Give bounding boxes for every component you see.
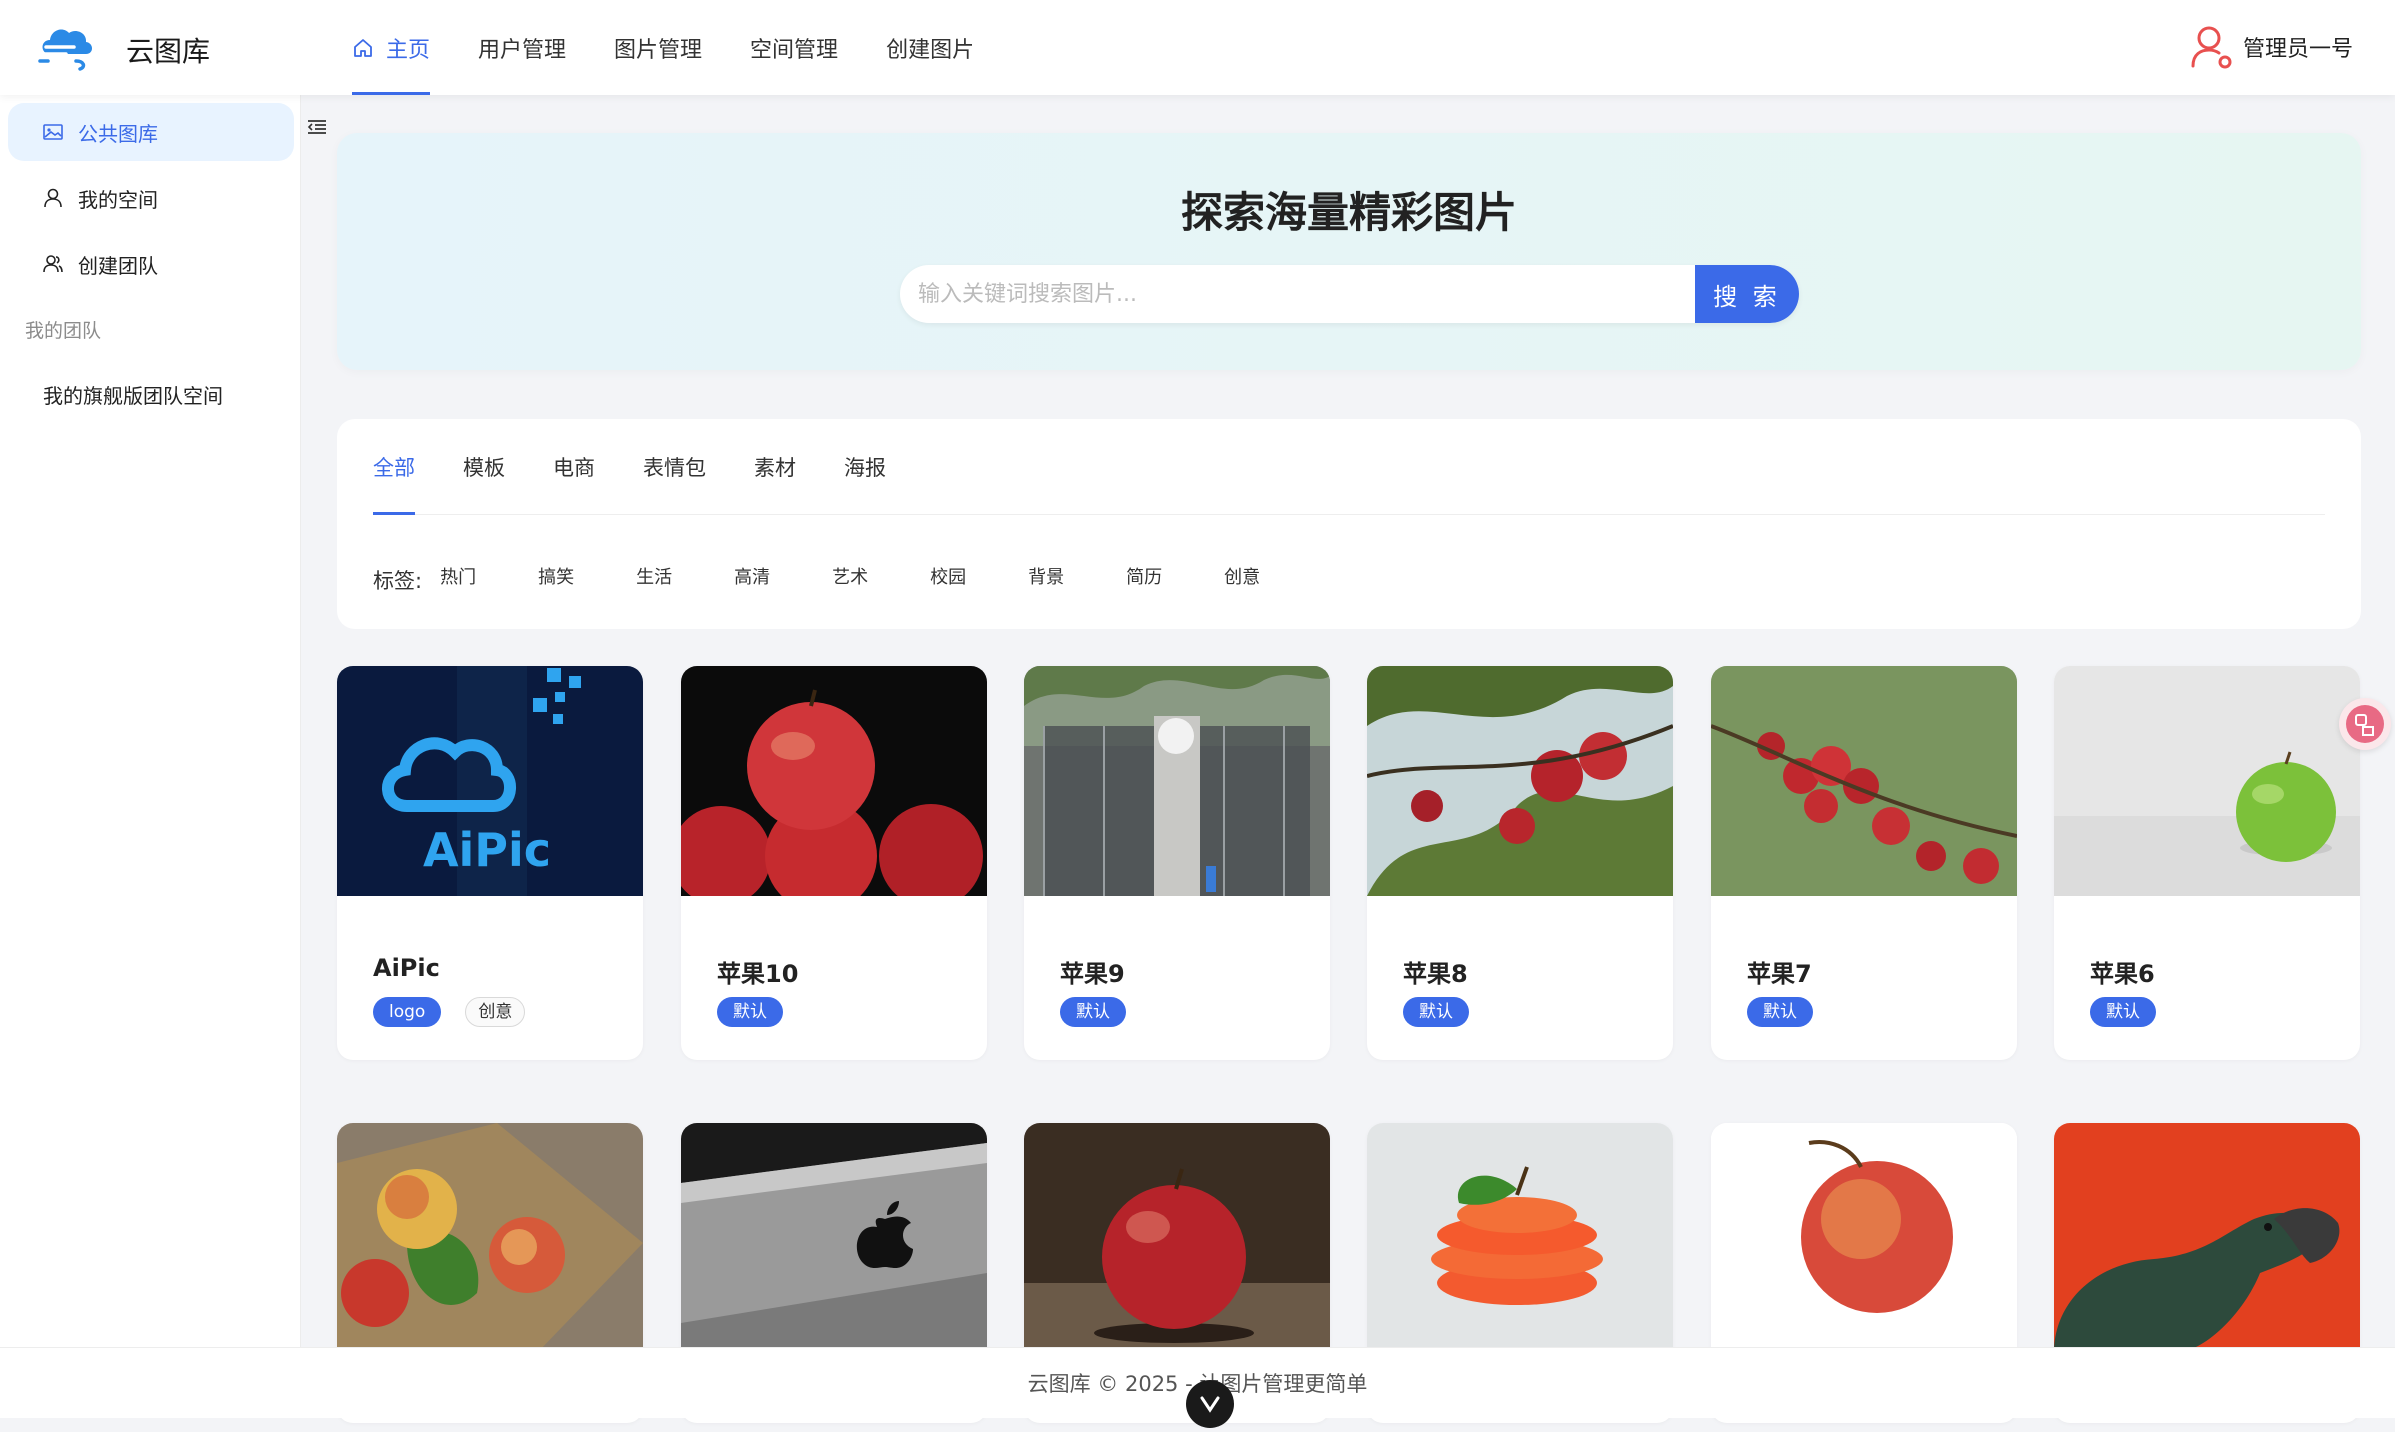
picture-title: 苹果9 bbox=[1060, 960, 1125, 988]
hero-search-panel: 探索海量精彩图片 搜 索 bbox=[337, 133, 2361, 370]
tag-badge: 默认 bbox=[717, 997, 783, 1027]
search-button[interactable]: 搜 索 bbox=[1695, 265, 1799, 323]
tag-resume[interactable]: 简历 bbox=[1126, 563, 1224, 589]
nav-item-user-management[interactable]: 用户管理 bbox=[478, 0, 566, 95]
user-name: 管理员一号 bbox=[2242, 37, 2353, 62]
tag-funny[interactable]: 搞笑 bbox=[538, 563, 636, 589]
sidebar-item-create-team[interactable]: 创建团队 bbox=[8, 235, 294, 293]
nav-label: 主页 bbox=[386, 37, 431, 63]
user-icon bbox=[44, 188, 62, 208]
picture-thumbnail bbox=[1024, 666, 1330, 896]
sidebar-item-label: 公共图库 bbox=[78, 121, 158, 146]
tag-creative[interactable]: 创意 bbox=[1224, 563, 1322, 589]
picture-card[interactable]: AiPic AiPic logo 创意 bbox=[337, 666, 643, 1060]
picture-thumbnail: AiPic bbox=[337, 666, 643, 896]
picture-thumbnail bbox=[1367, 666, 1673, 896]
translate-icon bbox=[2346, 705, 2384, 743]
tag-art[interactable]: 艺术 bbox=[832, 563, 930, 589]
picture-title: 苹果10 bbox=[717, 960, 799, 988]
tag-filter-label: 标签: bbox=[373, 569, 423, 593]
tag-background[interactable]: 背景 bbox=[1028, 563, 1126, 589]
sidebar: 公共图库 我的空间 创建团队 我的团队 我的旗舰版团队空间 bbox=[0, 95, 301, 1347]
filter-card: 全部 模板 电商 表情包 素材 海报 标签: 热门 搞笑 生活 高清 艺术 校园… bbox=[337, 419, 2361, 629]
tag-life[interactable]: 生活 bbox=[636, 563, 734, 589]
picture-icon bbox=[43, 124, 63, 140]
picture-title: 苹果6 bbox=[2090, 960, 2155, 988]
picture-tags: 默认 bbox=[1403, 997, 1493, 1027]
nav-item-home[interactable]: 主页 bbox=[352, 0, 431, 95]
tag-hd[interactable]: 高清 bbox=[734, 563, 832, 589]
sidebar-item-my-space[interactable]: 我的空间 bbox=[8, 169, 294, 227]
sidebar-item-label: 创建团队 bbox=[78, 253, 158, 278]
picture-thumbnail bbox=[681, 1123, 987, 1353]
category-tabs: 全部 模板 电商 表情包 素材 海报 bbox=[373, 419, 2325, 515]
tab-emoji[interactable]: 表情包 bbox=[643, 419, 706, 514]
avatar bbox=[2191, 26, 2232, 69]
nav-label: 创建图片 bbox=[886, 37, 975, 63]
footer: 云图库 © 2025 - 让图片管理更简单 bbox=[0, 1347, 2395, 1428]
tab-poster[interactable]: 海报 bbox=[844, 419, 886, 514]
nav-label: 空间管理 bbox=[750, 37, 839, 63]
team-icon bbox=[43, 255, 63, 273]
cloud-logo-icon[interactable] bbox=[36, 20, 98, 74]
picture-thumbnail bbox=[1711, 1123, 2017, 1353]
hero-title: 探索海量精彩图片 bbox=[1180, 188, 1517, 237]
tab-all[interactable]: 全部 bbox=[373, 419, 415, 515]
search-input[interactable] bbox=[900, 265, 1695, 323]
home-icon bbox=[354, 38, 372, 57]
tab-material[interactable]: 素材 bbox=[754, 419, 796, 514]
tag-badge: 默认 bbox=[1747, 997, 1813, 1027]
picture-card[interactable]: 苹果7 默认 bbox=[1711, 666, 2017, 1060]
chevron-down-icon[interactable] bbox=[1186, 1380, 1234, 1428]
picture-title: 苹果8 bbox=[1403, 960, 1468, 988]
translate-widget[interactable] bbox=[2339, 698, 2391, 750]
picture-thumbnail bbox=[337, 1123, 643, 1353]
picture-thumbnail bbox=[1367, 1123, 1673, 1353]
sidebar-item-public-gallery[interactable]: 公共图库 bbox=[8, 103, 294, 161]
picture-tags: 默认 bbox=[717, 997, 807, 1027]
tag-filter: 标签: 热门 搞笑 生活 高清 艺术 校园 背景 简历 创意 bbox=[373, 557, 1322, 595]
picture-title: 苹果7 bbox=[1747, 960, 1812, 988]
tag-badge: 创意 bbox=[465, 997, 526, 1027]
top-header: 云图库 主页 用户管理 图片管理 空间管理 创建图片 管理员一号 bbox=[0, 0, 2395, 95]
sidebar-item-team-space[interactable]: 我的旗舰版团队空间 bbox=[8, 365, 294, 423]
picture-tags: 默认 bbox=[1747, 997, 1837, 1027]
sidebar-group-title: 我的团队 bbox=[25, 320, 102, 342]
sidebar-item-label: 我的空间 bbox=[78, 187, 158, 212]
picture-tags: 默认 bbox=[1060, 997, 1150, 1027]
sidebar-item-label: 我的旗舰版团队空间 bbox=[43, 383, 223, 408]
tag-badge: 默认 bbox=[1403, 997, 1469, 1027]
picture-title: AiPic bbox=[373, 954, 440, 982]
picture-thumbnail bbox=[1711, 666, 2017, 896]
main-nav: 主页 用户管理 图片管理 空间管理 创建图片 bbox=[352, 0, 1022, 95]
picture-card[interactable]: 苹果10 默认 bbox=[681, 666, 987, 1060]
nav-item-create-picture[interactable]: 创建图片 bbox=[886, 0, 974, 95]
tag-campus[interactable]: 校园 bbox=[930, 563, 1028, 589]
tag-hot[interactable]: 热门 bbox=[440, 563, 538, 589]
picture-thumbnail bbox=[2054, 1123, 2360, 1353]
picture-tags: logo 创意 bbox=[373, 997, 549, 1027]
nav-item-picture-management[interactable]: 图片管理 bbox=[614, 0, 702, 95]
picture-card[interactable]: 苹果6 默认 bbox=[2054, 666, 2360, 1060]
tag-badge: logo bbox=[373, 997, 442, 1027]
picture-thumbnail bbox=[1024, 1123, 1330, 1353]
tab-template[interactable]: 模板 bbox=[463, 419, 505, 514]
nav-label: 图片管理 bbox=[614, 37, 703, 63]
tag-badge: 默认 bbox=[1060, 997, 1126, 1027]
picture-tags: 默认 bbox=[2090, 997, 2180, 1027]
picture-card[interactable]: 苹果8 默认 bbox=[1367, 666, 1673, 1060]
user-menu[interactable]: 管理员一号 bbox=[2189, 24, 2353, 70]
menu-fold-icon[interactable] bbox=[306, 116, 328, 138]
nav-item-space-management[interactable]: 空间管理 bbox=[750, 0, 838, 95]
picture-thumbnail bbox=[2054, 666, 2360, 896]
nav-label: 用户管理 bbox=[478, 37, 567, 63]
app-title[interactable]: 云图库 bbox=[126, 30, 210, 70]
logo-text: AiPic bbox=[423, 823, 551, 877]
tab-ecommerce[interactable]: 电商 bbox=[553, 419, 595, 514]
tag-badge: 默认 bbox=[2090, 997, 2156, 1027]
picture-thumbnail bbox=[681, 666, 987, 896]
search-box: 搜 索 bbox=[900, 265, 1799, 323]
picture-card[interactable]: 苹果9 默认 bbox=[1024, 666, 1330, 1060]
